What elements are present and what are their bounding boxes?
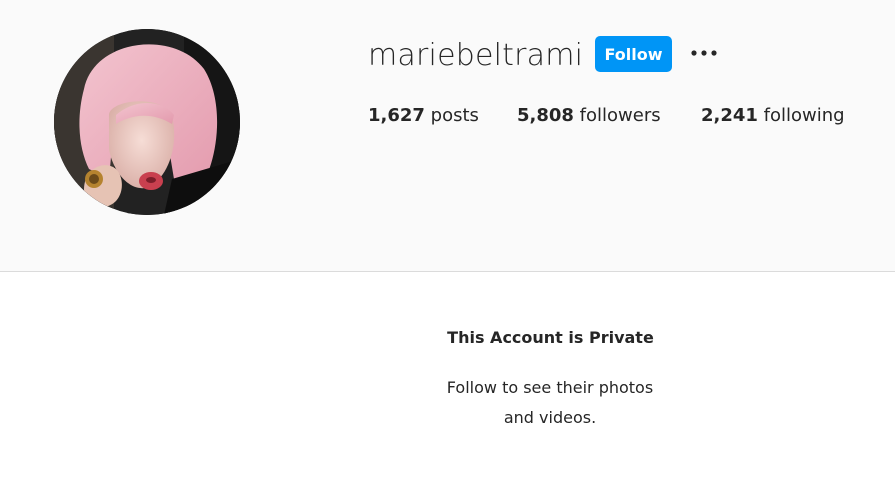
- followers-label: followers: [579, 105, 661, 126]
- posts-count: 1,627 posts: [368, 104, 479, 128]
- followers-number: 5,808: [517, 105, 574, 126]
- avatar-photo: [54, 29, 240, 215]
- posts-number: 1,627: [368, 105, 425, 126]
- more-options-icon[interactable]: [688, 40, 720, 68]
- profile-avatar[interactable]: [54, 29, 240, 215]
- followers-count[interactable]: 5,808 followers: [517, 104, 661, 128]
- more-options-dots: [691, 50, 717, 56]
- username: mariebeltrami: [368, 38, 584, 73]
- follow-button[interactable]: Follow: [595, 36, 672, 72]
- private-message: Follow to see their photos and videos.: [446, 378, 654, 427]
- posts-label: posts: [430, 105, 479, 126]
- following-count[interactable]: 2,241 following: [701, 104, 845, 128]
- profile-page: mariebeltrami Follow 1,627 posts 5,808 f…: [0, 0, 895, 479]
- following-label: following: [763, 105, 845, 126]
- private-account-notice: This Account is Private Follow to see th…: [0, 272, 895, 479]
- profile-header: mariebeltrami Follow 1,627 posts 5,808 f…: [0, 0, 895, 272]
- following-number: 2,241: [701, 105, 758, 126]
- private-title: This Account is Private: [447, 328, 654, 347]
